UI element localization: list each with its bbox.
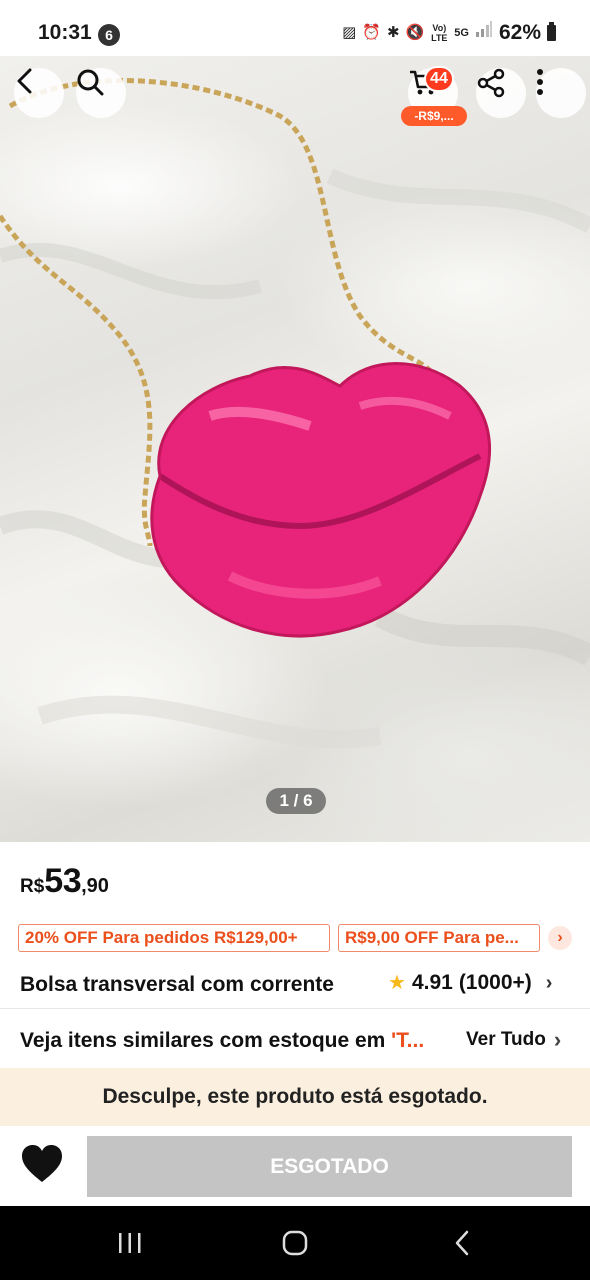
- wishlist-button[interactable]: [20, 1144, 68, 1188]
- similar-items-text: Veja itens similares com estoque em 'T..…: [20, 1029, 456, 1053]
- title-rating-row: Bolsa transversal com corrente em forma …: [20, 966, 580, 1008]
- battery-percent: 62%: [498, 21, 541, 44]
- sim-card-icon: ▨: [342, 24, 357, 41]
- similar-items-row[interactable]: Veja itens similares com estoque em 'T..…: [0, 1008, 590, 1068]
- rating-value: 4.91: [411, 971, 453, 994]
- status-bar: 10:31 6 ▨ ⏰ ✱ 🔇 Vo) LTE 5G 62%: [0, 0, 590, 56]
- rating-count: (1000+): [458, 971, 532, 994]
- chevron-right-icon: ›: [545, 972, 553, 994]
- back-icon: [455, 1230, 469, 1256]
- system-back-button[interactable]: [442, 1226, 482, 1260]
- image-counter: 1 / 6: [266, 788, 326, 814]
- promo-row[interactable]: 20% OFF Para pedidos R$129,00+ R$9,00 OF…: [18, 924, 590, 952]
- alarm-icon: ⏰: [362, 24, 382, 41]
- view-all-button[interactable]: Ver Tudo ›: [466, 1027, 561, 1053]
- cart-count-badge: 44: [424, 66, 454, 92]
- price-decimal: ,90: [81, 875, 109, 897]
- recent-apps-icon: [119, 1233, 141, 1253]
- chevron-right-icon[interactable]: ›: [548, 926, 572, 950]
- chevron-right-icon: ›: [553, 1027, 562, 1052]
- more-vertical-icon: [537, 69, 543, 95]
- similar-items-label: Veja itens similares com estoque em: [20, 1029, 392, 1052]
- bottom-action-bar: ESGOTADO: [0, 1126, 590, 1206]
- bluetooth-icon: ✱: [387, 24, 400, 41]
- battery-icon: [547, 22, 556, 41]
- sold-out-button[interactable]: ESGOTADO: [87, 1136, 572, 1197]
- notification-count-badge: 6: [98, 24, 120, 46]
- signal-icon: [475, 20, 493, 46]
- network-type-label: 5G: [454, 27, 469, 39]
- search-button[interactable]: [76, 68, 126, 118]
- cart-discount-tag: -R$9,...: [401, 106, 467, 126]
- heart-icon: [22, 1145, 62, 1182]
- share-button[interactable]: [476, 68, 526, 118]
- system-navigation-bar: [0, 1206, 590, 1280]
- product-image-carousel[interactable]: 44 -R$9,... 1 / 6: [0, 56, 590, 842]
- mute-icon: 🔇: [405, 24, 425, 41]
- volte-label: Vo) LTE: [431, 23, 448, 43]
- star-icon: ★: [388, 972, 406, 994]
- product-price: R$ 53 ,90: [20, 862, 109, 902]
- view-all-label: Ver Tudo: [466, 1029, 546, 1050]
- back-button[interactable]: [14, 68, 64, 118]
- price-currency: R$: [20, 876, 45, 897]
- status-icons: ▨ ⏰ ✱ 🔇 Vo) LTE 5G 62%: [342, 20, 556, 46]
- chevron-left-icon: [17, 68, 32, 94]
- home-button[interactable]: [275, 1226, 315, 1260]
- sold-out-banner: Desculpe, este produto está esgotado.: [0, 1068, 590, 1126]
- more-options-button[interactable]: [536, 68, 586, 118]
- recent-apps-button[interactable]: [110, 1226, 150, 1260]
- similar-items-link[interactable]: 'T...: [391, 1029, 424, 1052]
- share-icon: [477, 68, 505, 98]
- status-time: 10:31: [38, 21, 92, 44]
- promo-tag[interactable]: 20% OFF Para pedidos R$129,00+: [18, 924, 330, 952]
- product-title[interactable]: Bolsa transversal com corrente em forma …: [20, 968, 360, 1008]
- search-icon: [77, 69, 104, 96]
- home-icon: [282, 1230, 308, 1256]
- promo-tag[interactable]: R$9,00 OFF Para pe...: [338, 924, 540, 952]
- product-photo: [0, 78, 590, 749]
- rating[interactable]: ★ 4.91 (1000+) ›: [388, 968, 552, 998]
- price-integer: 53: [44, 862, 82, 900]
